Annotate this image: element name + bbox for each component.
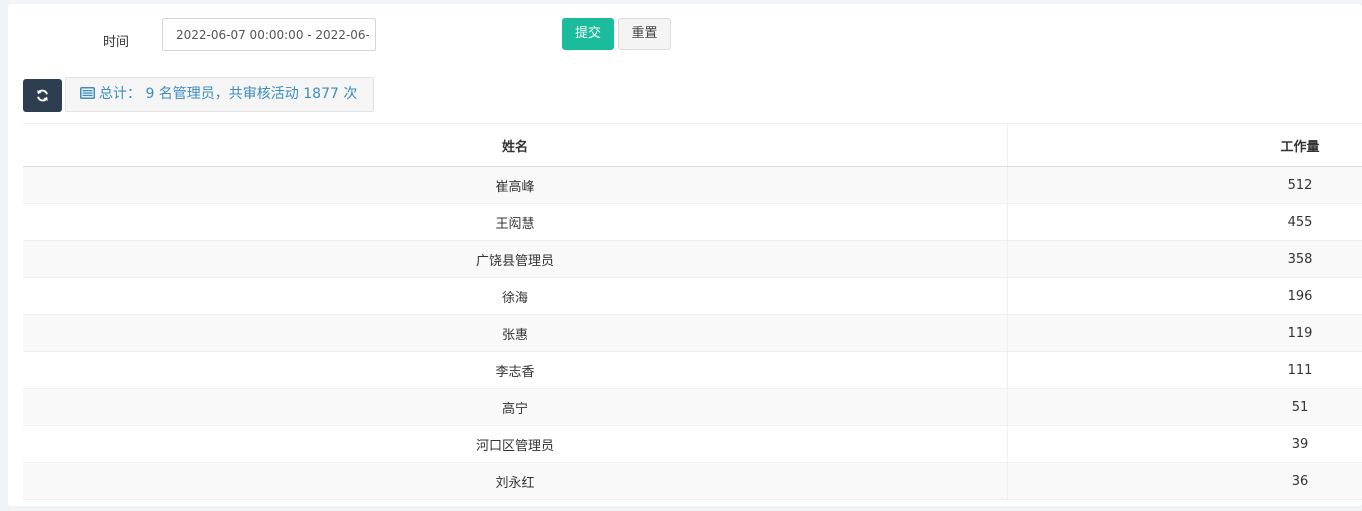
refresh-icon <box>37 89 48 102</box>
summary-text: 总计： 9 名管理员，共审核活动 1877 次 <box>99 86 358 102</box>
table-row: 李志香 111 <box>23 352 1362 389</box>
name-cell: 河口区管理员 <box>23 426 1008 462</box>
table-row: 徐海 196 <box>23 278 1362 315</box>
column-header-workload[interactable]: 工作量 <box>1008 124 1362 166</box>
workload-cell: 119 <box>1287 325 1313 341</box>
name-cell: 王闳慧 <box>23 204 1008 240</box>
table-row: 河口区管理员 39 <box>23 426 1362 463</box>
table-row: 张惠 119 <box>23 315 1362 352</box>
workload-cell: 36 <box>1291 473 1309 489</box>
name-cell: 张惠 <box>23 315 1008 351</box>
workload-cell: 111 <box>1287 362 1313 378</box>
table-row: 刘永红 36 <box>23 463 1362 500</box>
name-cell: 李志香 <box>23 352 1008 388</box>
name-cell: 崔高峰 <box>23 167 1008 203</box>
workload-table: 姓名 工作量 崔高峰 512 王闳慧 455 广饶县管理员 358 徐海 196… <box>23 123 1362 500</box>
workload-cell: 512 <box>1287 177 1313 193</box>
table-row: 王闳慧 455 <box>23 204 1362 241</box>
workload-cell: 455 <box>1287 214 1313 230</box>
summary-box: 总计： 9 名管理员，共审核活动 1877 次 <box>65 77 374 112</box>
workload-cell: 358 <box>1287 251 1313 267</box>
table-header-row: 姓名 工作量 <box>23 124 1362 167</box>
time-range-input[interactable] <box>162 18 376 51</box>
table-row: 高宁 51 <box>23 389 1362 426</box>
name-cell: 刘永红 <box>23 463 1008 499</box>
name-cell: 徐海 <box>23 278 1008 314</box>
name-cell: 高宁 <box>23 389 1008 425</box>
table-row: 广饶县管理员 358 <box>23 241 1362 278</box>
workload-cell: 39 <box>1291 436 1309 452</box>
column-header-name[interactable]: 姓名 <box>23 124 1008 166</box>
refresh-button[interactable] <box>23 79 62 112</box>
list-icon <box>80 86 95 99</box>
reset-button[interactable]: 重置 <box>618 18 671 50</box>
workload-cell: 196 <box>1287 288 1313 304</box>
workload-cell: 51 <box>1291 399 1309 415</box>
content-panel: 时间 提交 重置 总计： 9 名管理员，共审核活动 1877 次 姓名 工作量 … <box>8 4 1362 506</box>
name-cell: 广饶县管理员 <box>23 241 1008 277</box>
table-row: 崔高峰 512 <box>23 167 1362 204</box>
time-label: 时间 <box>103 35 130 50</box>
submit-button[interactable]: 提交 <box>562 18 614 50</box>
